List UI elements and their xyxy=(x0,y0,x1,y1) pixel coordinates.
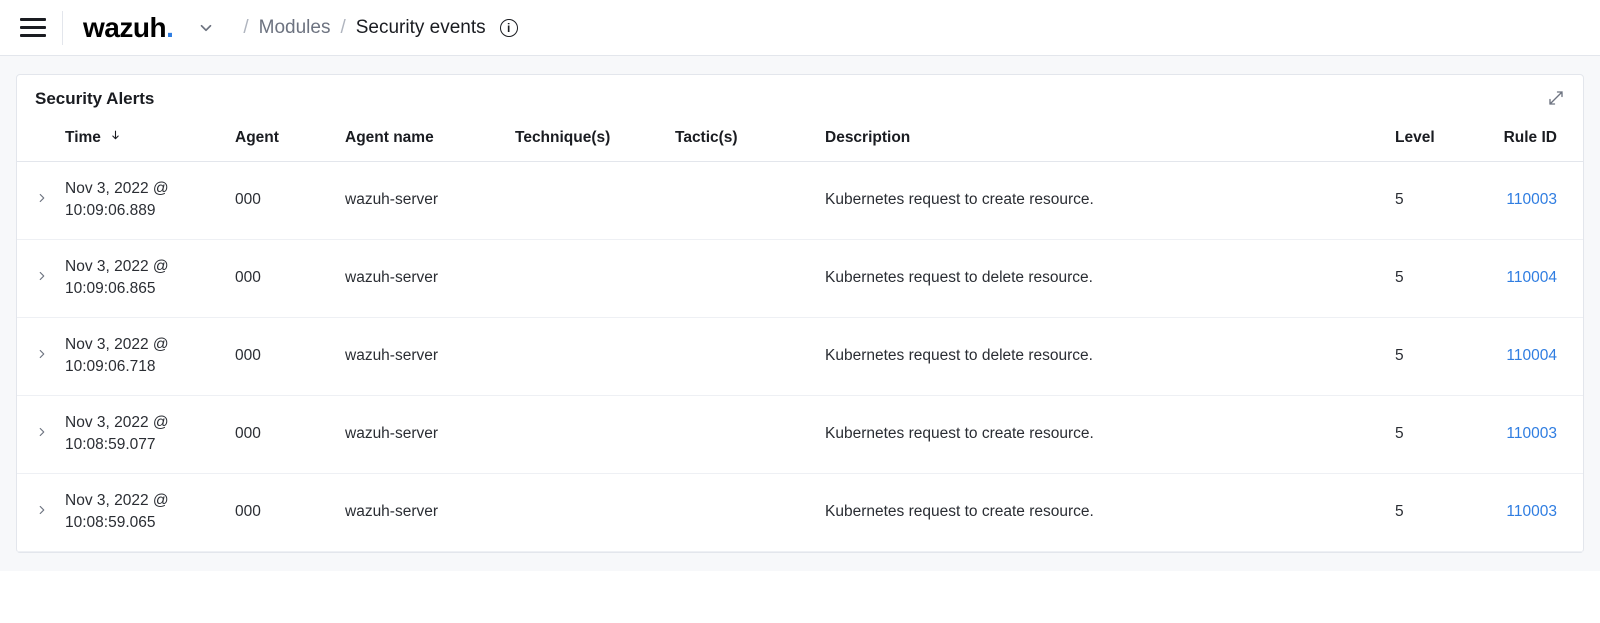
top-bar: wazuh. / Modules / Security events i xyxy=(0,0,1600,56)
cell-description: Kubernetes request to create resource. xyxy=(813,473,1383,551)
column-time[interactable]: Time xyxy=(53,119,223,162)
fullscreen-button[interactable] xyxy=(1547,89,1565,111)
logo-dot: . xyxy=(166,12,173,44)
cell-agent: 000 xyxy=(223,317,333,395)
chevron-right-icon xyxy=(35,425,49,439)
table-row[interactable]: Nov 3, 2022 @10:09:06.889000wazuh-server… xyxy=(17,162,1583,240)
column-rule-id[interactable]: Rule ID xyxy=(1473,119,1583,162)
expand-row-button[interactable] xyxy=(35,191,49,205)
column-description[interactable]: Description xyxy=(813,119,1383,162)
expand-icon xyxy=(1547,89,1565,107)
expand-row-button[interactable] xyxy=(35,503,49,517)
cell-rule-id-link[interactable]: 110004 xyxy=(1473,317,1583,395)
expand-row-button[interactable] xyxy=(35,347,49,361)
table-row[interactable]: Nov 3, 2022 @10:08:59.065000wazuh-server… xyxy=(17,473,1583,551)
cell-level: 5 xyxy=(1383,239,1473,317)
cell-agent-name: wazuh-server xyxy=(333,239,503,317)
cell-level: 5 xyxy=(1383,473,1473,551)
chevron-right-icon xyxy=(35,347,49,361)
cell-time: Nov 3, 2022 @10:08:59.065 xyxy=(53,473,223,551)
alerts-table: Time Agent Agent name Technique(s) Tacti… xyxy=(17,119,1583,552)
cell-tactic xyxy=(663,317,813,395)
breadcrumb-parent[interactable]: Modules xyxy=(259,17,331,39)
cell-agent: 000 xyxy=(223,162,333,240)
table-row[interactable]: Nov 3, 2022 @10:09:06.865000wazuh-server… xyxy=(17,239,1583,317)
app-menu-dropdown[interactable] xyxy=(197,19,215,37)
column-technique[interactable]: Technique(s) xyxy=(503,119,663,162)
table-row[interactable]: Nov 3, 2022 @10:09:06.718000wazuh-server… xyxy=(17,317,1583,395)
info-icon[interactable]: i xyxy=(500,19,518,37)
column-agent-name[interactable]: Agent name xyxy=(333,119,503,162)
cell-agent-name: wazuh-server xyxy=(333,395,503,473)
chevron-right-icon xyxy=(35,503,49,517)
cell-agent: 000 xyxy=(223,473,333,551)
cell-technique xyxy=(503,239,663,317)
chevron-right-icon xyxy=(35,191,49,205)
cell-level: 5 xyxy=(1383,395,1473,473)
cell-agent-name: wazuh-server xyxy=(333,473,503,551)
breadcrumb-separator: / xyxy=(340,17,345,39)
cell-time: Nov 3, 2022 @10:09:06.718 xyxy=(53,317,223,395)
cell-time: Nov 3, 2022 @10:09:06.889 xyxy=(53,162,223,240)
cell-tactic xyxy=(663,395,813,473)
column-agent[interactable]: Agent xyxy=(223,119,333,162)
breadcrumb-separator: / xyxy=(243,17,248,39)
cell-technique xyxy=(503,395,663,473)
expand-row-button[interactable] xyxy=(35,425,49,439)
chevron-right-icon xyxy=(35,269,49,283)
cell-agent: 000 xyxy=(223,395,333,473)
cell-tactic xyxy=(663,162,813,240)
cell-agent-name: wazuh-server xyxy=(333,162,503,240)
cell-level: 5 xyxy=(1383,162,1473,240)
table-row[interactable]: Nov 3, 2022 @10:08:59.077000wazuh-server… xyxy=(17,395,1583,473)
cell-rule-id-link[interactable]: 110003 xyxy=(1473,395,1583,473)
cell-rule-id-link[interactable]: 110003 xyxy=(1473,162,1583,240)
expand-row-button[interactable] xyxy=(35,269,49,283)
cell-level: 5 xyxy=(1383,317,1473,395)
column-tactic[interactable]: Tactic(s) xyxy=(663,119,813,162)
cell-description: Kubernetes request to create resource. xyxy=(813,395,1383,473)
divider xyxy=(62,11,63,45)
cell-agent-name: wazuh-server xyxy=(333,317,503,395)
table-header-row: Time Agent Agent name Technique(s) Tacti… xyxy=(17,119,1583,162)
cell-time: Nov 3, 2022 @10:08:59.077 xyxy=(53,395,223,473)
cell-rule-id-link[interactable]: 110004 xyxy=(1473,239,1583,317)
cell-technique xyxy=(503,162,663,240)
cell-tactic xyxy=(663,473,813,551)
cell-description: Kubernetes request to delete resource. xyxy=(813,239,1383,317)
cell-description: Kubernetes request to delete resource. xyxy=(813,317,1383,395)
menu-toggle-button[interactable] xyxy=(20,15,46,41)
cell-time: Nov 3, 2022 @10:09:06.865 xyxy=(53,239,223,317)
logo-text: wazuh xyxy=(83,12,166,44)
cell-rule-id-link[interactable]: 110003 xyxy=(1473,473,1583,551)
cell-description: Kubernetes request to create resource. xyxy=(813,162,1383,240)
panel-title: Security Alerts xyxy=(35,89,154,111)
breadcrumb: / Modules / Security events i xyxy=(243,17,517,39)
app-logo[interactable]: wazuh. xyxy=(83,12,173,44)
cell-agent: 000 xyxy=(223,239,333,317)
cell-technique xyxy=(503,317,663,395)
chevron-down-icon xyxy=(197,19,215,37)
cell-tactic xyxy=(663,239,813,317)
cell-technique xyxy=(503,473,663,551)
security-alerts-panel: Security Alerts Time Agent Agent name xyxy=(16,74,1584,553)
page-body: Security Alerts Time Agent Agent name xyxy=(0,56,1600,571)
breadcrumb-current: Security events xyxy=(356,17,486,39)
column-level[interactable]: Level xyxy=(1383,119,1473,162)
sort-down-icon xyxy=(109,129,122,147)
column-expand xyxy=(17,119,53,162)
